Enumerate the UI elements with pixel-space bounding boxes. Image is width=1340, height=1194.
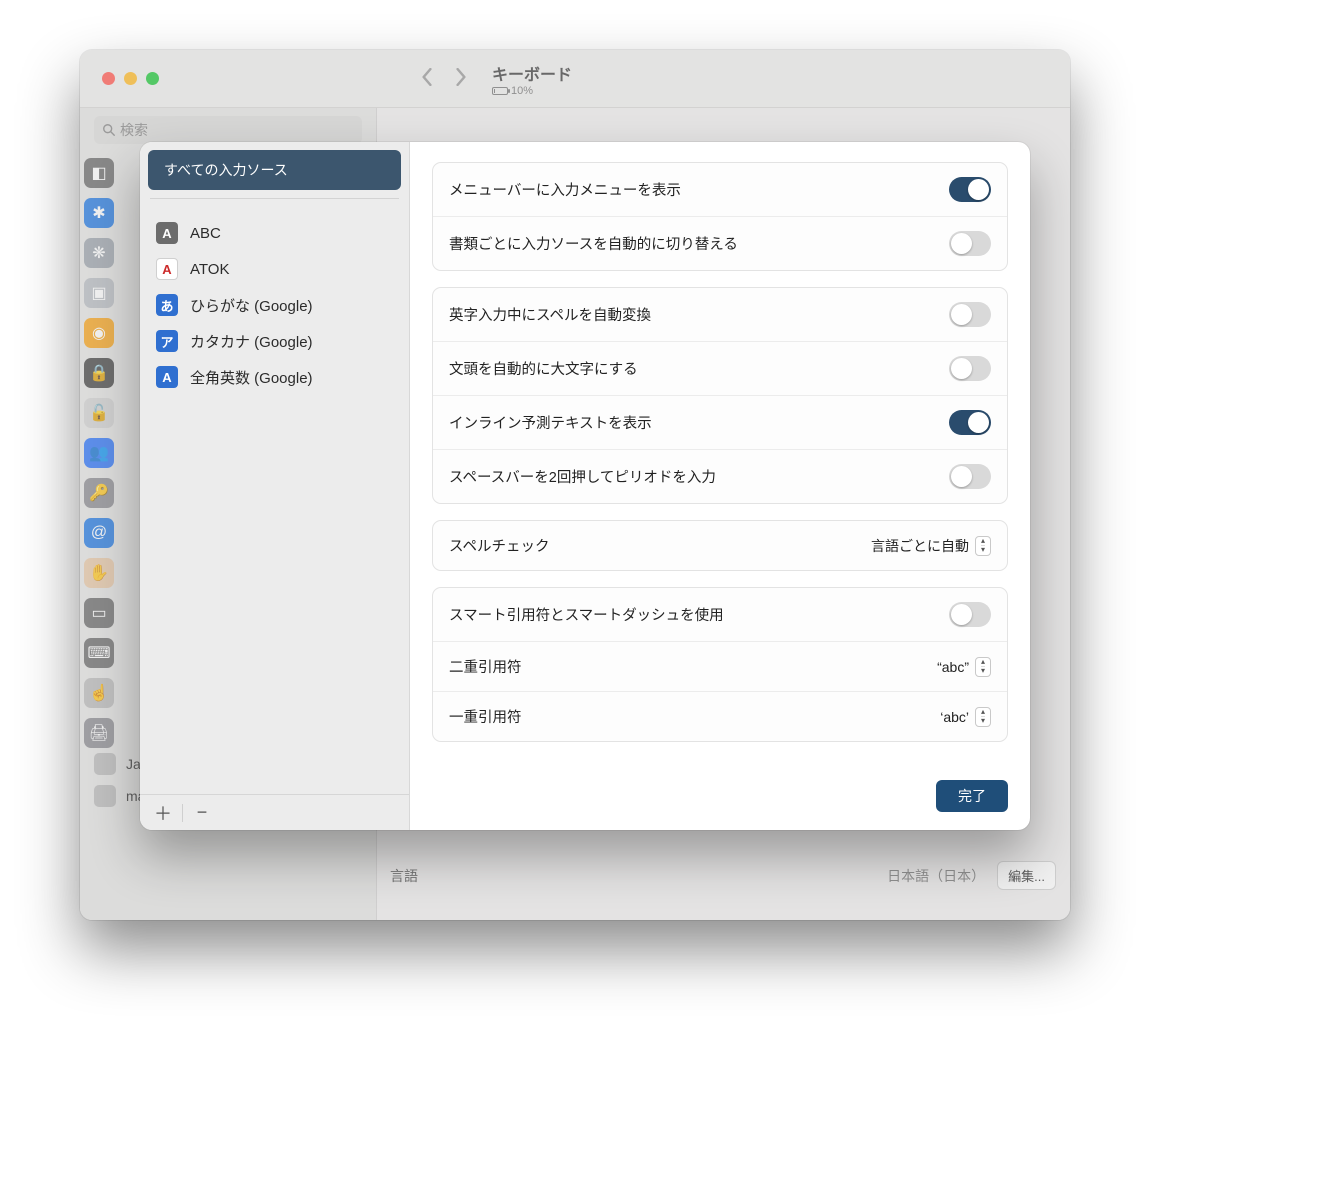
spellcheck-select[interactable]: 言語ごとに自動 ▴▾ (871, 536, 991, 556)
setting-label: 英字入力中にスペルを自動変換 (449, 304, 651, 325)
single-quote-value: ‘abc’ (940, 709, 969, 725)
input-sources-header[interactable]: すべての入力ソース (148, 150, 401, 190)
setting-label: インライン予測テキストを表示 (449, 412, 652, 433)
settings-group-menubar: メニューバーに入力メニューを表示書類ごとに入力ソースを自動的に切り替える (432, 162, 1008, 271)
input-source-icon: ア (156, 330, 178, 352)
setting-toggle[interactable] (949, 302, 991, 327)
smartquotes-label: スマート引用符とスマートダッシュを使用 (449, 604, 724, 625)
input-source-label: カタカナ (Google) (190, 331, 313, 352)
spellcheck-value: 言語ごとに自動 (871, 536, 969, 556)
spellcheck-label: スペルチェック (449, 535, 549, 556)
add-source-button[interactable]: ＋ (150, 801, 176, 825)
input-settings-panel: メニューバーに入力メニューを表示書類ごとに入力ソースを自動的に切り替える 英字入… (410, 142, 1030, 830)
spellcheck-row: スペルチェック 言語ごとに自動 ▴▾ (433, 521, 1007, 570)
setting-row: 文頭を自動的に大文字にする (433, 341, 1007, 395)
input-source-icon: A (156, 222, 178, 244)
double-quote-value: “abc” (937, 659, 969, 675)
input-source-item[interactable]: アカタカナ (Google) (148, 323, 401, 359)
setting-row: メニューバーに入力メニューを表示 (433, 163, 1007, 216)
single-quote-label: 一重引用符 (449, 706, 522, 727)
input-source-item[interactable]: あひらがな (Google) (148, 287, 401, 323)
smartquotes-toggle[interactable] (949, 602, 991, 627)
smartquotes-row: スマート引用符とスマートダッシュを使用 (433, 588, 1007, 641)
setting-toggle[interactable] (949, 356, 991, 381)
input-sources-panel: すべての入力ソース AABCAATOKあひらがな (Google)アカタカナ (… (140, 142, 410, 830)
input-sources-sheet: すべての入力ソース AABCAATOKあひらがな (Google)アカタカナ (… (140, 142, 1030, 830)
setting-toggle[interactable] (949, 231, 991, 256)
setting-row: インライン予測テキストを表示 (433, 395, 1007, 449)
updown-icon: ▴▾ (975, 707, 991, 727)
input-source-icon: あ (156, 294, 178, 316)
done-button[interactable]: 完了 (936, 780, 1008, 812)
setting-label: 文頭を自動的に大文字にする (449, 358, 638, 379)
setting-label: スペースバーを2回押してピリオドを入力 (449, 466, 716, 487)
input-source-item[interactable]: A ABC (148, 215, 401, 251)
input-source-label: 全角英数 (Google) (190, 367, 313, 388)
updown-icon: ▴▾ (975, 657, 991, 677)
double-quote-label: 二重引用符 (449, 656, 522, 677)
setting-label: 書類ごとに入力ソースを自動的に切り替える (449, 233, 738, 254)
single-quote-row: 一重引用符 ‘abc’ ▴▾ (433, 691, 1007, 741)
updown-icon: ▴▾ (975, 536, 991, 556)
setting-toggle[interactable] (949, 410, 991, 435)
settings-group-quotes: スマート引用符とスマートダッシュを使用 二重引用符 “abc” ▴▾ 一重引用符… (432, 587, 1008, 742)
double-quote-select[interactable]: “abc” ▴▾ (937, 657, 991, 677)
setting-row: 書類ごとに入力ソースを自動的に切り替える (433, 216, 1007, 270)
input-source-icon: A (156, 366, 178, 388)
setting-toggle[interactable] (949, 177, 991, 202)
input-source-label: ひらがな (Google) (190, 295, 313, 316)
input-source-item[interactable]: A ATOK (148, 251, 401, 287)
setting-label: メニューバーに入力メニューを表示 (449, 179, 681, 200)
double-quote-row: 二重引用符 “abc” ▴▾ (433, 641, 1007, 691)
input-sources-list: AABCAATOKあひらがな (Google)アカタカナ (Google)A全角… (140, 209, 409, 794)
remove-source-button[interactable]: − (189, 801, 215, 825)
settings-window: キーボード 10% 検索 ◧ ✱ ❋ ▣ ◉ 🔒 (80, 50, 1070, 920)
input-source-icon: A (156, 258, 178, 280)
setting-toggle[interactable] (949, 464, 991, 489)
settings-group-spellcheck: スペルチェック 言語ごとに自動 ▴▾ (432, 520, 1008, 571)
input-source-label: ATOK (190, 261, 229, 278)
input-source-label: ABC (190, 225, 221, 242)
setting-row: 英字入力中にスペルを自動変換 (433, 288, 1007, 341)
input-sources-footer: ＋ − (140, 794, 409, 830)
settings-group-typing: 英字入力中にスペルを自動変換文頭を自動的に大文字にするインライン予測テキストを表… (432, 287, 1008, 504)
single-quote-select[interactable]: ‘abc’ ▴▾ (940, 707, 991, 727)
setting-row: スペースバーを2回押してピリオドを入力 (433, 449, 1007, 503)
input-source-item[interactable]: A 全角英数 (Google) (148, 359, 401, 395)
